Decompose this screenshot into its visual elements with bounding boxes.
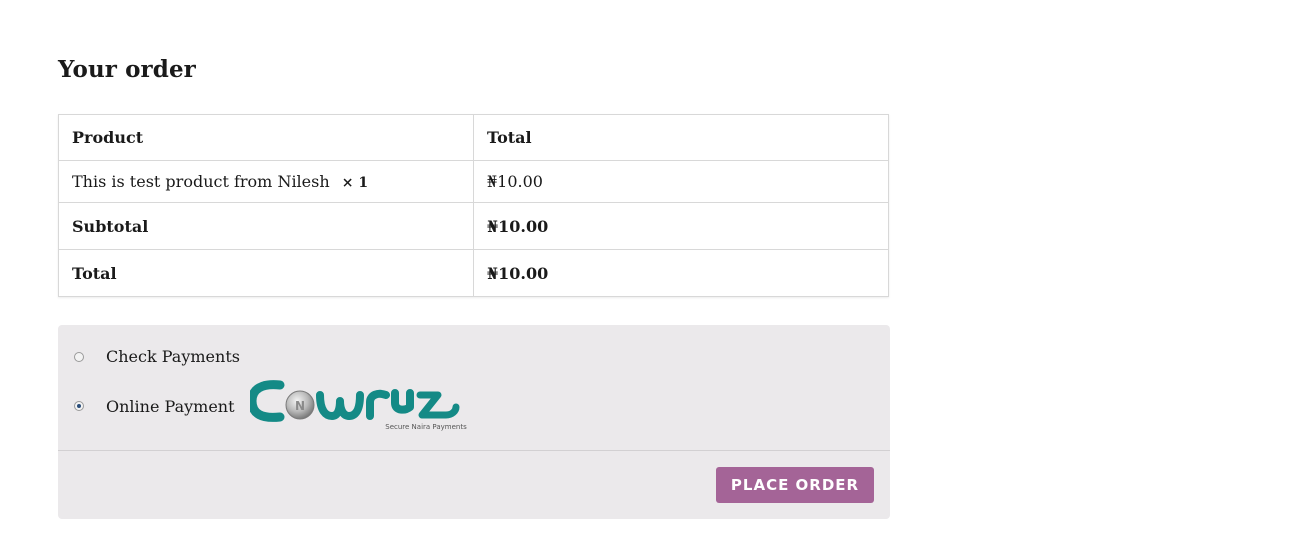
check-payments-label[interactable]: Check Payments	[106, 347, 240, 366]
coin-letter: N	[294, 399, 304, 413]
payment-divider	[58, 450, 890, 451]
check-payments-radio[interactable]	[74, 351, 84, 362]
total-label: Total	[58, 249, 474, 297]
column-header-total: Total	[473, 114, 889, 161]
order-total-row: Total ₦10.00	[58, 249, 889, 297]
payment-method-check[interactable]: Check Payments	[74, 347, 240, 366]
cowryz-logo-icon: N Secure Naira Payments	[249, 380, 467, 431]
online-payment-label[interactable]: Online Payment	[106, 397, 235, 416]
column-header-product: Product	[58, 114, 474, 161]
payment-methods-panel: Check Payments Online Payment N Secure N…	[58, 325, 890, 519]
subtotal-value: ₦10.00	[473, 202, 889, 250]
total-value: ₦10.00	[473, 249, 889, 297]
product-quantity: × 1	[341, 175, 369, 191]
table-row: This is test product from Nilesh × 1 ₦10…	[58, 160, 889, 203]
order-heading: Your order	[58, 56, 196, 83]
subtotal-row: Subtotal ₦10.00	[58, 202, 889, 250]
logo-tagline: Secure Naira Payments	[385, 423, 467, 431]
checkout-page: Your order Product Total This is test pr…	[0, 0, 1304, 552]
online-payment-radio[interactable]	[74, 401, 84, 411]
subtotal-label: Subtotal	[58, 202, 474, 250]
product-total: ₦10.00	[473, 160, 889, 203]
product-name: This is test product from Nilesh	[72, 172, 330, 191]
table-header-row: Product Total	[58, 114, 889, 161]
place-order-button[interactable]: PLACE ORDER	[716, 467, 874, 503]
product-cell: This is test product from Nilesh × 1	[58, 160, 474, 203]
order-review-table: Product Total This is test product from …	[58, 114, 889, 297]
payment-method-online[interactable]: Online Payment N Secure Naira Payments	[74, 377, 470, 435]
